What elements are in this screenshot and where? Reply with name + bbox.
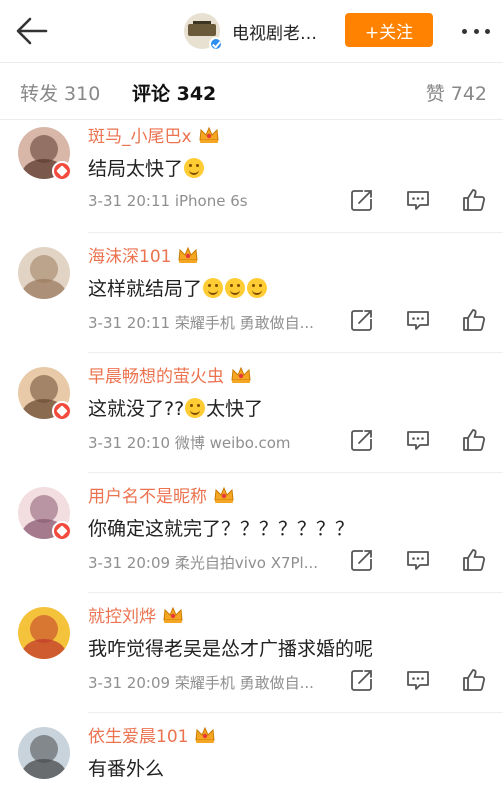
account-name[interactable]: 电视剧老…	[232, 19, 317, 44]
comment-text-body: 你确定这就完了？？？？？？？	[88, 518, 355, 540]
avatar[interactable]	[18, 247, 70, 299]
comment-time: 3-31 20:11	[88, 314, 171, 332]
comment-meta: 3-31 20:10 微博 weibo.com	[88, 432, 291, 453]
like-icon[interactable]	[461, 187, 487, 213]
comment-meta: 3-31 20:11 iPhone 6s	[88, 192, 248, 210]
comment-text: 结局太快了	[88, 154, 205, 181]
comment-actions	[349, 667, 487, 693]
comment-item: 斑马_小尾巴x 结局太快了 3-31 20:11 iPhone 6s	[0, 121, 503, 233]
username-text[interactable]: 就控刘烨	[88, 607, 156, 627]
verified-icon	[209, 37, 223, 51]
crown-icon	[194, 726, 216, 744]
repost-icon[interactable]	[349, 667, 375, 693]
comment-icon[interactable]	[405, 547, 431, 573]
repost-icon[interactable]	[349, 427, 375, 453]
comment-meta: 3-31 20:09 柔光自拍vivo X7Pl...	[88, 552, 318, 573]
avatar[interactable]	[18, 487, 72, 541]
comment-text: 有番外么	[88, 754, 164, 781]
comment-meta: 3-31 20:11 荣耀手机 勇敢做自...	[88, 312, 314, 333]
emoji-icon	[225, 277, 246, 298]
back-arrow-icon[interactable]	[12, 14, 52, 48]
comment-source: 荣耀手机 勇敢做自...	[174, 314, 314, 332]
tab-comment[interactable]: 评论 342	[132, 79, 216, 106]
comment-actions	[349, 547, 487, 573]
crown-icon	[198, 126, 220, 144]
comment-text-body: 结局太快了	[88, 158, 184, 180]
crown-icon	[177, 246, 199, 264]
avatar[interactable]	[18, 727, 70, 779]
emoji-icon	[184, 157, 205, 178]
avatar[interactable]	[18, 127, 72, 181]
comment-item: 用户名不是昵称你确定这就完了？？？？？？？ 3-31 20:09 柔光自拍vivo…	[0, 473, 503, 593]
comment-item: 海沫深101 这样就结局了 3-31 20:11 荣耀手机 勇敢做自...	[0, 233, 503, 353]
repost-icon[interactable]	[349, 547, 375, 573]
username-text[interactable]: 用户名不是昵称	[88, 487, 207, 507]
comment-username[interactable]: 斑马_小尾巴x	[88, 122, 220, 147]
avatar[interactable]	[18, 607, 70, 659]
member-badge-icon	[52, 161, 72, 181]
comment-actions	[349, 427, 487, 453]
tab-repost[interactable]: 转发 310	[20, 79, 100, 106]
comment-source: iPhone 6s	[174, 192, 248, 210]
comment-text-part: 这就没了??	[88, 398, 185, 420]
like-icon[interactable]	[461, 547, 487, 573]
comment-username[interactable]: 依生爱晨101	[88, 722, 216, 747]
emoji-icon	[203, 277, 224, 298]
comment-icon[interactable]	[405, 427, 431, 453]
comment-icon[interactable]	[405, 667, 431, 693]
account-avatar[interactable]	[184, 13, 223, 51]
comment-username[interactable]: 用户名不是昵称	[88, 482, 235, 507]
emoji-icon	[185, 397, 206, 418]
comment-time: 3-31 20:11	[88, 192, 171, 210]
like-icon[interactable]	[461, 307, 487, 333]
username-text[interactable]: 早晨畅想的萤火虫	[88, 367, 224, 387]
member-badge-icon	[52, 521, 72, 541]
username-text[interactable]: 依生爱晨101	[88, 727, 188, 747]
comment-item: 早晨畅想的萤火虫 这就没了?? 太快了 3-31 20:10 微博 weibo.com	[0, 353, 503, 473]
comment-text-part: 太快了	[206, 398, 264, 420]
comment-item: 就控刘烨我咋觉得老吴是怂才广播求婚的呢 3-31 20:09 荣耀手机 勇敢做自.…	[0, 593, 503, 713]
comment-icon[interactable]	[405, 307, 431, 333]
comment-username[interactable]: 早晨畅想的萤火虫	[88, 362, 252, 387]
username-text[interactable]: 海沫深101	[88, 247, 171, 267]
comment-source: 微博 weibo.com	[174, 434, 291, 452]
comment-username[interactable]: 就控刘烨	[88, 602, 184, 627]
comment-text-body: 这样就结局了	[88, 278, 203, 300]
comment-actions	[349, 187, 487, 213]
top-navigation-bar: 电视剧老… +关注	[0, 0, 503, 62]
crown-icon	[230, 366, 252, 384]
emoji-icon	[247, 277, 268, 298]
comment-time: 3-31 20:10	[88, 434, 171, 452]
comment-text: 你确定这就完了？？？？？？？	[88, 514, 354, 541]
detail-tabs: 转发 310 评论 342 赞 742	[0, 62, 503, 120]
crown-icon	[162, 606, 184, 624]
member-badge-icon	[52, 401, 72, 421]
tab-like[interactable]: 赞 742	[426, 79, 487, 106]
comment-source: 荣耀手机 勇敢做自...	[174, 674, 314, 692]
avatar[interactable]	[18, 367, 72, 421]
comment-time: 3-31 20:09	[88, 554, 171, 572]
comment-time: 3-31 20:09	[88, 674, 171, 692]
repost-icon[interactable]	[349, 187, 375, 213]
comment-text: 这样就结局了	[88, 274, 268, 301]
comment-icon[interactable]	[405, 187, 431, 213]
comment-actions	[349, 307, 487, 333]
like-icon[interactable]	[461, 667, 487, 693]
comment-item: 依生爱晨101 有番外么	[0, 713, 503, 800]
username-text[interactable]: 斑马_小尾巴x	[88, 127, 192, 147]
repost-icon[interactable]	[349, 307, 375, 333]
comment-text: 我咋觉得老吴是怂才广播求婚的呢	[88, 634, 373, 661]
crown-icon	[213, 486, 235, 504]
like-icon[interactable]	[461, 427, 487, 453]
comment-meta: 3-31 20:09 荣耀手机 勇敢做自...	[88, 672, 314, 693]
comment-source: 柔光自拍vivo X7Pl...	[174, 554, 319, 572]
comment-text-body: 我咋觉得老吴是怂才广播求婚的呢	[88, 638, 374, 660]
comment-username[interactable]: 海沫深101	[88, 242, 199, 267]
comment-text: 这就没了?? 太快了	[88, 394, 263, 421]
comment-list: 斑马_小尾巴x 结局太快了 3-31 20:11 iPhone 6s 海沫深101 这样…	[0, 121, 503, 800]
comment-text-body: 有番外么	[88, 758, 165, 780]
more-icon[interactable]	[458, 18, 494, 44]
follow-button[interactable]: +关注	[345, 13, 433, 47]
account-header[interactable]: 电视剧老…	[184, 12, 317, 51]
